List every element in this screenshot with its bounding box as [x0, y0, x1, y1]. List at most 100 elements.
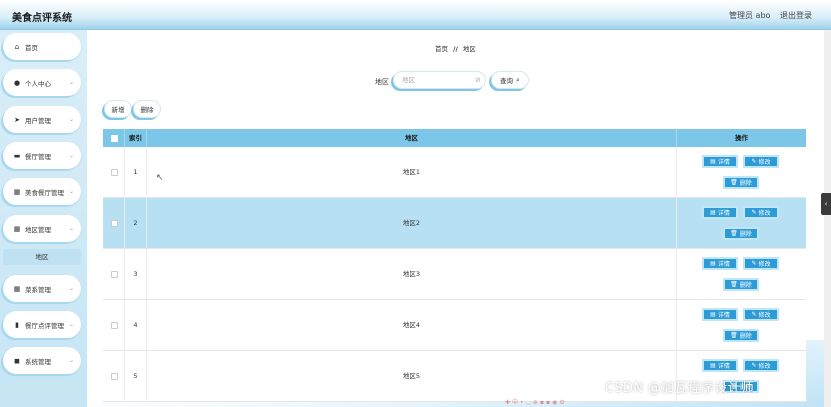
- delete-button[interactable]: 🗑 删除: [723, 278, 759, 291]
- detail-button[interactable]: ▤ 详情: [702, 206, 738, 219]
- edit-button-label: 修改: [758, 210, 771, 217]
- chevron-down-icon: ⌄: [69, 115, 75, 123]
- search-icon: ⌕: [516, 75, 520, 84]
- detail-button[interactable]: ▤ 详情: [702, 308, 738, 321]
- operation-cell: [677, 198, 806, 249]
- chevron-down-icon: ⌄: [69, 356, 75, 364]
- detail-button[interactable]: ▤ 详情: [702, 155, 738, 168]
- mouse-cursor-icon: ↖: [156, 173, 164, 183]
- watermark: CSDN @加瓦程序设计师: [605, 381, 755, 396]
- chevron-down-icon: ⌄: [69, 284, 75, 292]
- checkbox-cell: [103, 147, 125, 198]
- index-cell: 4: [125, 300, 147, 351]
- detail-button-label: 详情: [717, 159, 730, 166]
- trash-icon: 🗑: [730, 281, 738, 288]
- breadcrumb-current: 地区: [462, 45, 476, 53]
- query-button-label: 查询: [500, 77, 514, 85]
- trash-icon: 🗑: [730, 179, 738, 186]
- breadcrumb-separator: //: [453, 45, 458, 53]
- edit-button[interactable]: ✎ 修改: [743, 155, 779, 168]
- admin-label: 管理员 abo: [729, 11, 771, 20]
- batch-delete-button[interactable]: 删除: [133, 100, 161, 118]
- sidebar-item-5[interactable]: ▦ 地区管理 ⌄: [3, 215, 81, 242]
- detail-button[interactable]: ▤ 详情: [702, 359, 738, 372]
- table-row[interactable]: 2 地区2 ▤ 详情 ✎ 修改 🗑 删除: [103, 198, 806, 249]
- logout-link[interactable]: 退出登录: [780, 10, 812, 21]
- breadcrumb-home[interactable]: 首页: [435, 45, 448, 53]
- edit-button-label: 修改: [758, 261, 771, 268]
- edit-button-label: 修改: [758, 312, 771, 319]
- search-label: 地区: [375, 78, 389, 86]
- edit-button[interactable]: ✎ 修改: [743, 257, 779, 270]
- app-title: 美食点评系统: [12, 13, 72, 24]
- card-icon: ▬: [13, 151, 21, 160]
- sidebar-item-8[interactable]: ◼ 系统管理 ⌄: [3, 347, 81, 374]
- edit-button[interactable]: ✎ 修改: [743, 359, 779, 372]
- region-cell: 地区5: [147, 351, 677, 402]
- scrollbar[interactable]: [824, 30, 831, 407]
- header-checkbox-cell: [103, 129, 125, 147]
- home-icon: ⌂: [14, 42, 20, 51]
- top-bar: 美食点评系统 管理员 abo 退出登录: [0, 0, 831, 30]
- send-icon: ➤: [14, 115, 20, 124]
- detail-icon: ▤: [710, 260, 716, 267]
- delete-button[interactable]: 🗑 删除: [723, 176, 759, 189]
- delete-button[interactable]: 🗑 删除: [723, 329, 759, 342]
- edit-icon: ✎: [751, 260, 757, 267]
- detail-button-label: 详情: [717, 261, 730, 268]
- delete-button[interactable]: 🗑 删除: [723, 227, 759, 240]
- detail-icon: ▤: [710, 158, 716, 165]
- sidebar-item-label: 餐厅点评管理: [25, 321, 64, 330]
- index-cell: 5: [125, 351, 147, 402]
- sidebar-item-2[interactable]: ➤ 用户管理 ⌄: [3, 106, 81, 133]
- table-header: 索引 地区 操作: [103, 129, 806, 147]
- region-cell: 地区1: [147, 147, 677, 198]
- collapse-tab-icon[interactable]: ‹: [821, 193, 831, 215]
- checkbox-cell: [103, 198, 125, 249]
- breadcrumb: 首页 // 地区: [435, 43, 476, 53]
- sidebar-item-6[interactable]: ▦ 菜系管理 ⌄: [3, 275, 81, 302]
- chevron-down-icon: ⌄: [69, 320, 75, 328]
- sidebar-item-label: 用户管理: [25, 116, 51, 125]
- operation-cell: [677, 249, 806, 300]
- operation-cell: [677, 300, 806, 351]
- sidebar-item-0[interactable]: ⌂ 首页: [3, 33, 81, 60]
- search-input[interactable]: [393, 71, 486, 89]
- chevron-down-icon: ⌄: [69, 187, 75, 195]
- grid-icon: ▦: [13, 284, 21, 293]
- edit-icon: ✎: [751, 362, 757, 369]
- edit-button[interactable]: ✎ 修改: [743, 308, 779, 321]
- chevron-down-icon: ⌄: [69, 224, 75, 232]
- table-row[interactable]: 3 地区3 ▤ 详情 ✎ 修改 🗑 删除: [103, 249, 806, 300]
- table-row[interactable]: 4 地区4 ▤ 详情 ✎ 修改 🗑 删除: [103, 300, 806, 351]
- header-index: 索引: [125, 129, 147, 147]
- sidebar-item-label: 系统管理: [25, 357, 51, 366]
- index-cell: 3: [125, 249, 147, 300]
- delete-button-label: 删除: [739, 231, 752, 238]
- region-cell: 地区4: [147, 300, 677, 351]
- region-cell: 地区3: [147, 249, 677, 300]
- sidebar-item-label: 首页: [25, 43, 38, 52]
- edit-button[interactable]: ✎ 修改: [743, 206, 779, 219]
- sidebar-item-label: 个人中心: [25, 79, 51, 88]
- sidebar-subitem-region[interactable]: 地区: [3, 249, 81, 265]
- checkbox-cell: [103, 300, 125, 351]
- table-row[interactable]: 1 地区1 ▤ 详情 ✎ 修改 🗑 删除: [103, 147, 806, 198]
- query-button[interactable]: 查询 ⌕: [491, 71, 529, 89]
- detail-button[interactable]: ▤ 详情: [702, 257, 738, 270]
- add-button[interactable]: 新增: [104, 100, 132, 118]
- region-cell: 地区2: [147, 198, 677, 249]
- operation-cell: [677, 147, 806, 198]
- detail-icon: ▤: [710, 209, 716, 216]
- sidebar-item-1[interactable]: ● 个人中心 ⌄: [3, 69, 81, 96]
- sidebar-item-7[interactable]: ▮ 餐厅点评管理 ⌄: [3, 311, 81, 338]
- index-cell: 1: [125, 147, 147, 198]
- user-icon: ●: [13, 78, 21, 87]
- sidebar-item-3[interactable]: ▬ 餐厅管理 ⌄: [3, 142, 81, 169]
- header-region: 地区: [147, 129, 677, 147]
- chevron-down-icon: ⌄: [69, 78, 75, 86]
- sidebar-item-4[interactable]: ▦ 美食餐厅管理 ⌄: [3, 178, 81, 205]
- checkbox-cell: [103, 249, 125, 300]
- grid-icon: ▦: [13, 224, 21, 233]
- sidebar-item-label: 菜系管理: [25, 285, 51, 294]
